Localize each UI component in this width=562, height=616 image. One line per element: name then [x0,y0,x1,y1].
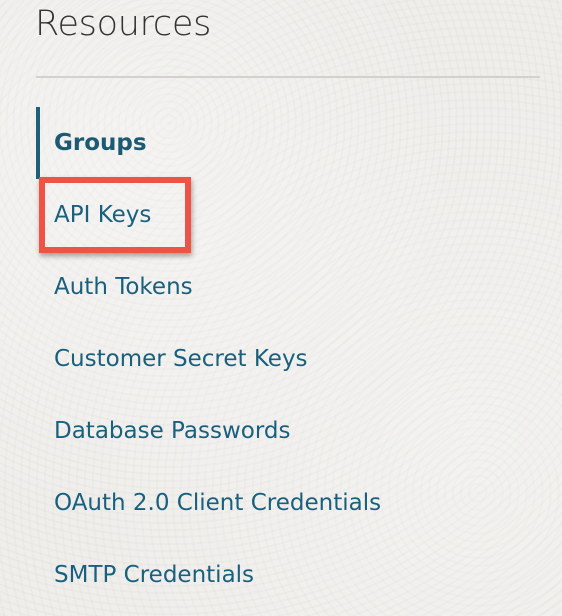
nav-item-auth-tokens[interactable]: Auth Tokens [36,251,540,323]
nav-item-label: Groups [54,130,147,156]
nav-item-api-keys[interactable]: API Keys [36,179,540,251]
nav-item-label: API Keys [54,202,152,228]
title-divider [36,76,540,78]
nav-item-label: Database Passwords [54,418,291,444]
nav-item-label: Auth Tokens [54,274,193,300]
nav-item-customer-secret-keys[interactable]: Customer Secret Keys [36,323,540,395]
nav-item-database-passwords[interactable]: Database Passwords [36,395,540,467]
resources-nav: Groups API Keys Auth Tokens Customer Sec… [36,107,540,611]
nav-item-smtp-credentials[interactable]: SMTP Credentials [36,539,540,611]
nav-item-groups[interactable]: Groups [36,107,540,179]
nav-item-label: SMTP Credentials [54,562,255,588]
resources-title: Resources [35,4,212,44]
nav-item-label: OAuth 2.0 Client Credentials [54,490,382,516]
nav-item-oauth-client-credentials[interactable]: OAuth 2.0 Client Credentials [36,467,540,539]
nav-item-label: Customer Secret Keys [54,346,308,372]
